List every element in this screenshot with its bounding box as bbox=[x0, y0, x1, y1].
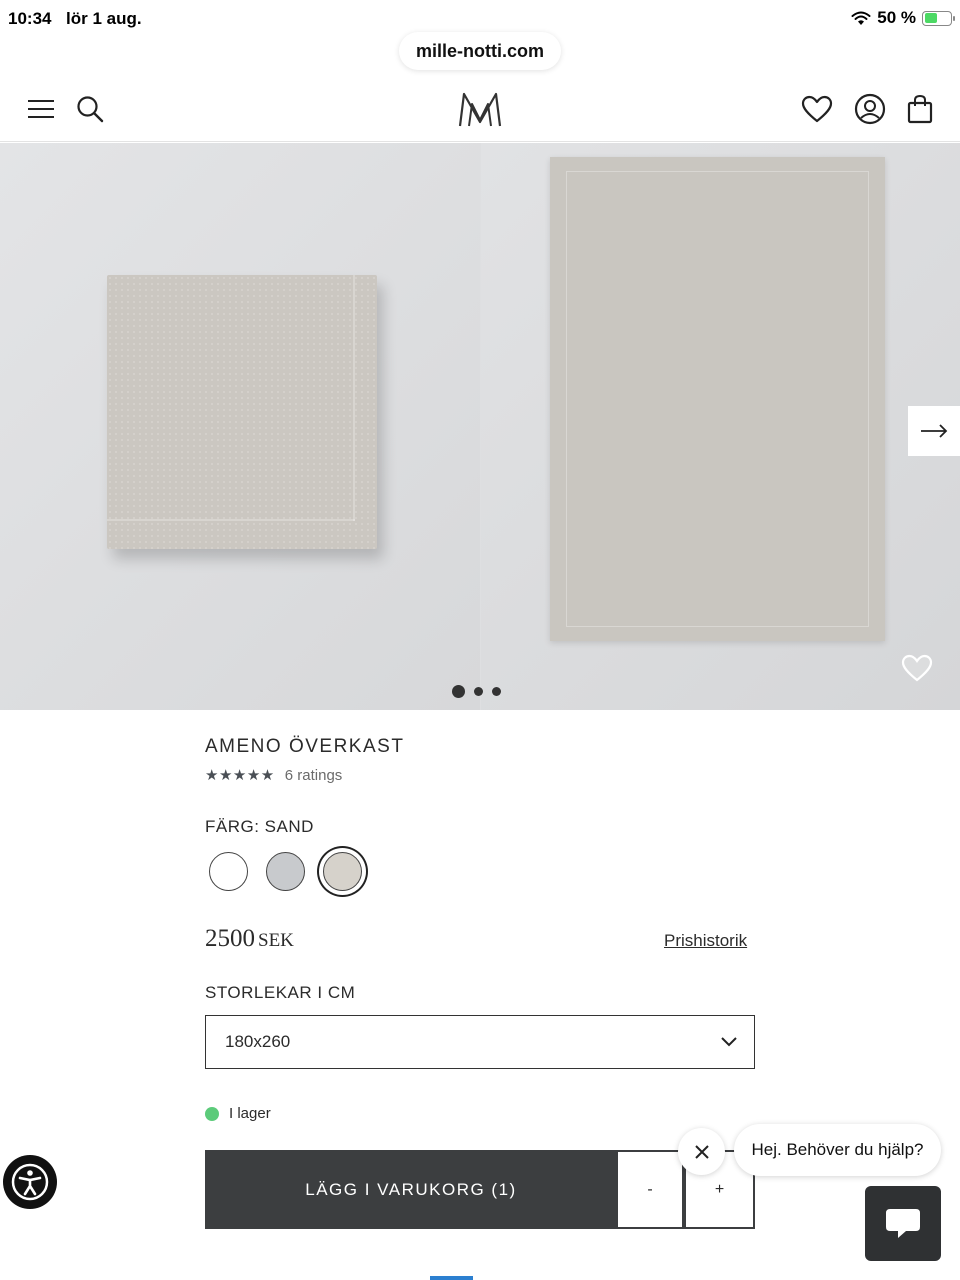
account-icon[interactable] bbox=[853, 92, 887, 126]
brand-logo[interactable] bbox=[455, 90, 505, 130]
swatch-white[interactable] bbox=[209, 852, 248, 891]
rating-count: 6 ratings bbox=[284, 766, 343, 784]
accessibility-button[interactable] bbox=[3, 1155, 57, 1209]
flat-throw-image bbox=[550, 157, 885, 641]
chat-icon bbox=[886, 1208, 920, 1238]
scroll-indicator bbox=[430, 1276, 473, 1280]
product-title: AMENO ÖVERKAST bbox=[205, 736, 405, 757]
product-image-folded[interactable] bbox=[0, 143, 480, 710]
search-icon[interactable] bbox=[73, 92, 107, 126]
rating-stars: ★★★★★ bbox=[205, 767, 275, 784]
size-label: STORLEKAR I CM bbox=[205, 983, 356, 1002]
swatch-grey[interactable] bbox=[266, 852, 305, 891]
heart-icon[interactable] bbox=[800, 92, 834, 126]
favorite-heart-icon[interactable] bbox=[901, 654, 933, 682]
status-indicators: 50 % bbox=[851, 8, 955, 28]
stock-status-text: I lager bbox=[229, 1105, 271, 1122]
close-icon bbox=[694, 1144, 709, 1159]
wifi-icon bbox=[851, 11, 871, 25]
status-time: 10:34 bbox=[8, 9, 52, 28]
arrow-right-icon bbox=[921, 424, 948, 438]
status-date: lör 1 aug. bbox=[66, 9, 142, 28]
product-image-flat[interactable] bbox=[481, 143, 960, 710]
gallery-dot-3[interactable] bbox=[492, 687, 501, 696]
quantity-decrease-button[interactable]: - bbox=[616, 1150, 684, 1229]
price-history-link[interactable]: Prishistorik bbox=[664, 931, 747, 951]
chat-launcher-button[interactable] bbox=[865, 1186, 941, 1261]
chevron-down-icon bbox=[721, 1037, 737, 1047]
gallery-pagination bbox=[452, 685, 501, 698]
product-price: 2500 SEK bbox=[205, 925, 294, 953]
throw-hem bbox=[566, 171, 869, 627]
stock-indicator-dot bbox=[205, 1106, 219, 1121]
price-amount: 2500 bbox=[205, 925, 255, 952]
gallery-dot-2[interactable] bbox=[474, 687, 483, 696]
size-selected-value: 180x260 bbox=[225, 1032, 291, 1051]
stock-status: I lager bbox=[205, 1105, 271, 1122]
battery-percent: 50 % bbox=[877, 8, 916, 27]
menu-icon[interactable] bbox=[24, 92, 58, 126]
battery-level bbox=[924, 13, 937, 23]
accessibility-icon bbox=[11, 1163, 49, 1201]
color-label: FÄRG: SAND bbox=[205, 817, 314, 836]
product-rating[interactable]: ★★★★★ 6 ratings bbox=[205, 766, 343, 785]
battery-icon bbox=[922, 10, 955, 26]
url-bar[interactable]: mille-notti.com bbox=[399, 32, 561, 70]
swatch-sand[interactable] bbox=[323, 852, 362, 891]
color-swatches bbox=[209, 852, 362, 891]
size-select[interactable]: 180x260 bbox=[205, 1015, 755, 1069]
gallery-dot-1[interactable] bbox=[452, 685, 465, 698]
chat-close-button[interactable] bbox=[678, 1128, 725, 1175]
site-header bbox=[0, 78, 960, 142]
product-image-gallery[interactable] bbox=[0, 143, 960, 710]
shopping-bag-icon[interactable] bbox=[903, 92, 937, 126]
gallery-next-button[interactable] bbox=[908, 406, 960, 456]
add-to-cart-button[interactable]: LÄGG I VARUKORG (1) bbox=[205, 1150, 617, 1229]
chat-greeting-bubble[interactable]: Hej. Behöver du hjälp? bbox=[734, 1124, 941, 1176]
folded-throw-image bbox=[107, 275, 377, 549]
price-currency: SEK bbox=[258, 930, 294, 951]
